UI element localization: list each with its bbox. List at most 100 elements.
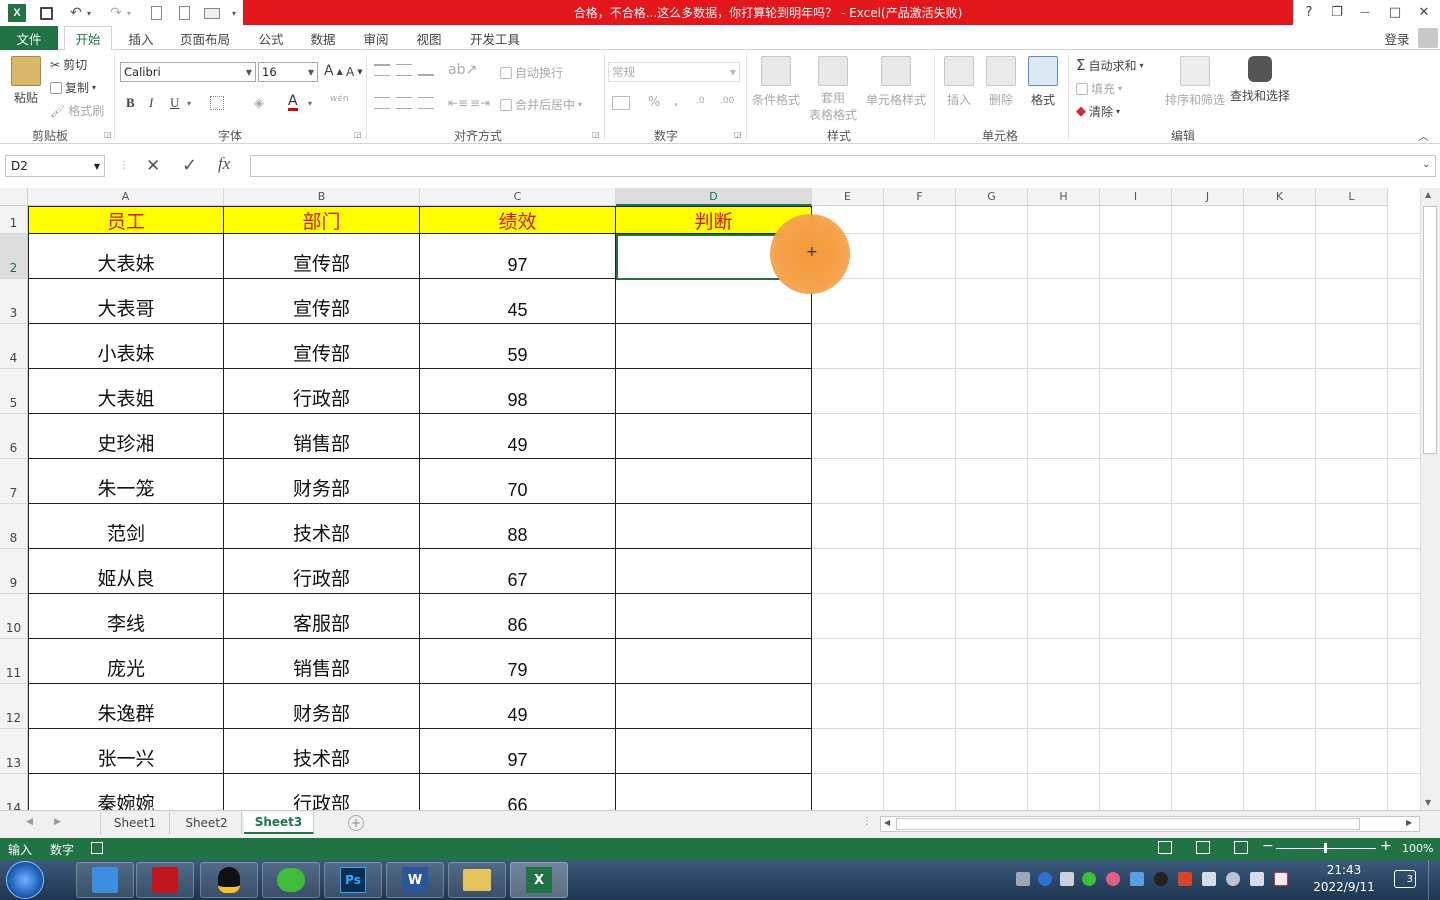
font-launcher-icon[interactable]: ◲	[354, 130, 362, 139]
open-icon[interactable]	[202, 3, 222, 23]
tray-icon-11[interactable]	[1250, 872, 1264, 886]
row-header-4[interactable]: 4	[0, 324, 28, 369]
taskbar-wechat[interactable]	[262, 862, 320, 898]
column-header-b[interactable]: B	[224, 188, 420, 206]
tab-view[interactable]: 视图	[406, 26, 452, 50]
cell-b9[interactable]: 行政部	[224, 549, 420, 594]
scroll-down-icon[interactable]: ▼	[1425, 798, 1431, 807]
redo-dropdown-icon[interactable]: ▾	[124, 3, 134, 23]
cell-d10[interactable]	[616, 594, 812, 639]
copy-button[interactable]: 复制 ▾	[50, 79, 96, 96]
cell-d4[interactable]	[616, 324, 812, 369]
cell-c12[interactable]: 49	[420, 684, 616, 729]
cell-c3[interactable]: 45	[420, 279, 616, 324]
autosum-button[interactable]: Σ 自动求和 ▾	[1076, 56, 1144, 74]
cell-d7[interactable]	[616, 459, 812, 504]
cell-b11[interactable]: 销售部	[224, 639, 420, 684]
font-color-dropdown-icon[interactable]: ▾	[308, 99, 312, 108]
tray-icon-12[interactable]	[1274, 872, 1288, 886]
taskbar-photoshop[interactable]: Ps	[324, 862, 382, 898]
align-right-icon[interactable]	[418, 97, 434, 109]
cell-c13[interactable]: 97	[420, 729, 616, 774]
cell-a5[interactable]: 大表姐	[28, 369, 224, 414]
column-header-l[interactable]: L	[1316, 188, 1388, 206]
insert-function-icon[interactable]: fx	[218, 154, 230, 174]
tray-icon-6[interactable]	[1130, 872, 1144, 886]
header-cell-a[interactable]: 员工	[28, 206, 224, 234]
scroll-up-icon[interactable]: ▲	[1425, 190, 1431, 199]
taskbar-explorer-library[interactable]	[76, 862, 134, 898]
cell-a13[interactable]: 张一兴	[28, 729, 224, 774]
shrink-font-button[interactable]: A ▼	[346, 65, 363, 79]
sheet-tab-3[interactable]: Sheet3	[244, 812, 314, 834]
column-header-c[interactable]: C	[420, 188, 616, 206]
cell-c6[interactable]: 49	[420, 414, 616, 459]
login-link[interactable]: 登录	[1380, 26, 1414, 50]
redo-icon[interactable]: ↷	[106, 3, 126, 23]
cell-a9[interactable]: 姬从良	[28, 549, 224, 594]
underline-button[interactable]: U	[170, 95, 179, 111]
scroll-left-icon[interactable]: ◀	[884, 818, 890, 827]
underline-dropdown-icon[interactable]: ▾	[187, 99, 191, 108]
font-color-button[interactable]: A	[288, 94, 298, 111]
tab-insert[interactable]: 插入	[118, 26, 164, 50]
user-avatar-icon[interactable]	[1418, 28, 1438, 48]
cell-b2[interactable]: 宣传部	[224, 234, 420, 279]
start-button-icon[interactable]	[6, 861, 44, 899]
number-format-combo[interactable]: 常规 ▼	[608, 62, 740, 82]
row-header-5[interactable]: 5	[0, 369, 28, 414]
taskbar-qq[interactable]	[200, 862, 258, 898]
scroll-right-icon[interactable]: ▶	[1406, 818, 1412, 827]
row-header-9[interactable]: 9	[0, 549, 28, 594]
taskbar-word[interactable]: W	[386, 862, 444, 898]
cell-c14[interactable]: 66	[420, 774, 616, 810]
cell-a8[interactable]: 范剑	[28, 504, 224, 549]
cell-d5[interactable]	[616, 369, 812, 414]
row-header-10[interactable]: 10	[0, 594, 28, 639]
save-icon[interactable]	[36, 3, 56, 23]
macro-record-icon[interactable]	[91, 842, 103, 854]
cell-b14[interactable]: 行政部	[224, 774, 420, 810]
paste-button[interactable]: 粘贴	[8, 56, 44, 118]
header-cell-c[interactable]: 绩效	[420, 206, 616, 234]
notification-icon[interactable]: 3	[1394, 870, 1416, 888]
phonetic-button[interactable]: wén	[330, 94, 349, 104]
column-header-i[interactable]: I	[1100, 188, 1172, 206]
align-middle-icon[interactable]	[396, 64, 412, 76]
merge-center-button[interactable]: 合并后居中 ▾	[500, 96, 582, 113]
cell-a12[interactable]: 朱逸群	[28, 684, 224, 729]
cell-d12[interactable]	[616, 684, 812, 729]
network-icon[interactable]	[1226, 872, 1240, 886]
expand-formula-icon[interactable]: ⌄	[1422, 159, 1430, 170]
cell-c5[interactable]: 98	[420, 369, 616, 414]
clear-button[interactable]: ◆ 清除 ▾	[1076, 103, 1120, 120]
ribbon-display-button[interactable]: ❐	[1324, 2, 1350, 22]
cell-d13[interactable]	[616, 729, 812, 774]
undo-dropdown-icon[interactable]: ▾	[84, 3, 94, 23]
fill-color-icon[interactable]: ◈	[254, 96, 270, 112]
orientation-icon[interactable]: ab↗	[448, 62, 477, 78]
tab-home[interactable]: 开始	[64, 26, 112, 51]
cell-a6[interactable]: 史珍湘	[28, 414, 224, 459]
align-left-icon[interactable]	[374, 97, 390, 109]
cut-button[interactable]: ✂ 剪切	[50, 56, 87, 73]
keyboard-tray-icon[interactable]	[1016, 872, 1030, 886]
add-sheet-icon[interactable]: +	[348, 815, 364, 831]
undo-icon[interactable]: ↶	[66, 3, 86, 23]
row-header-7[interactable]: 7	[0, 459, 28, 504]
format-cells-button[interactable]: 格式	[1024, 56, 1062, 108]
sheet-tab-2[interactable]: Sheet2	[172, 812, 242, 834]
wrap-text-button[interactable]: 自动换行	[500, 64, 563, 81]
cell-b10[interactable]: 客服部	[224, 594, 420, 639]
cell-b5[interactable]: 行政部	[224, 369, 420, 414]
comma-button[interactable]: ,	[674, 93, 678, 109]
number-launcher-icon[interactable]: ◲	[734, 130, 742, 139]
minimize-button[interactable]: —	[1352, 2, 1378, 22]
decrease-indent-icon[interactable]: ⇤≡	[448, 96, 468, 110]
zoom-out-icon[interactable]: −	[1262, 838, 1274, 854]
tab-split-grip-icon[interactable]: ⋮	[862, 816, 872, 827]
decrease-decimal-button[interactable]: .00	[720, 96, 734, 106]
row-header-12[interactable]: 12	[0, 684, 28, 729]
row-header-2[interactable]: 2	[0, 234, 28, 279]
align-top-icon[interactable]	[374, 64, 390, 76]
